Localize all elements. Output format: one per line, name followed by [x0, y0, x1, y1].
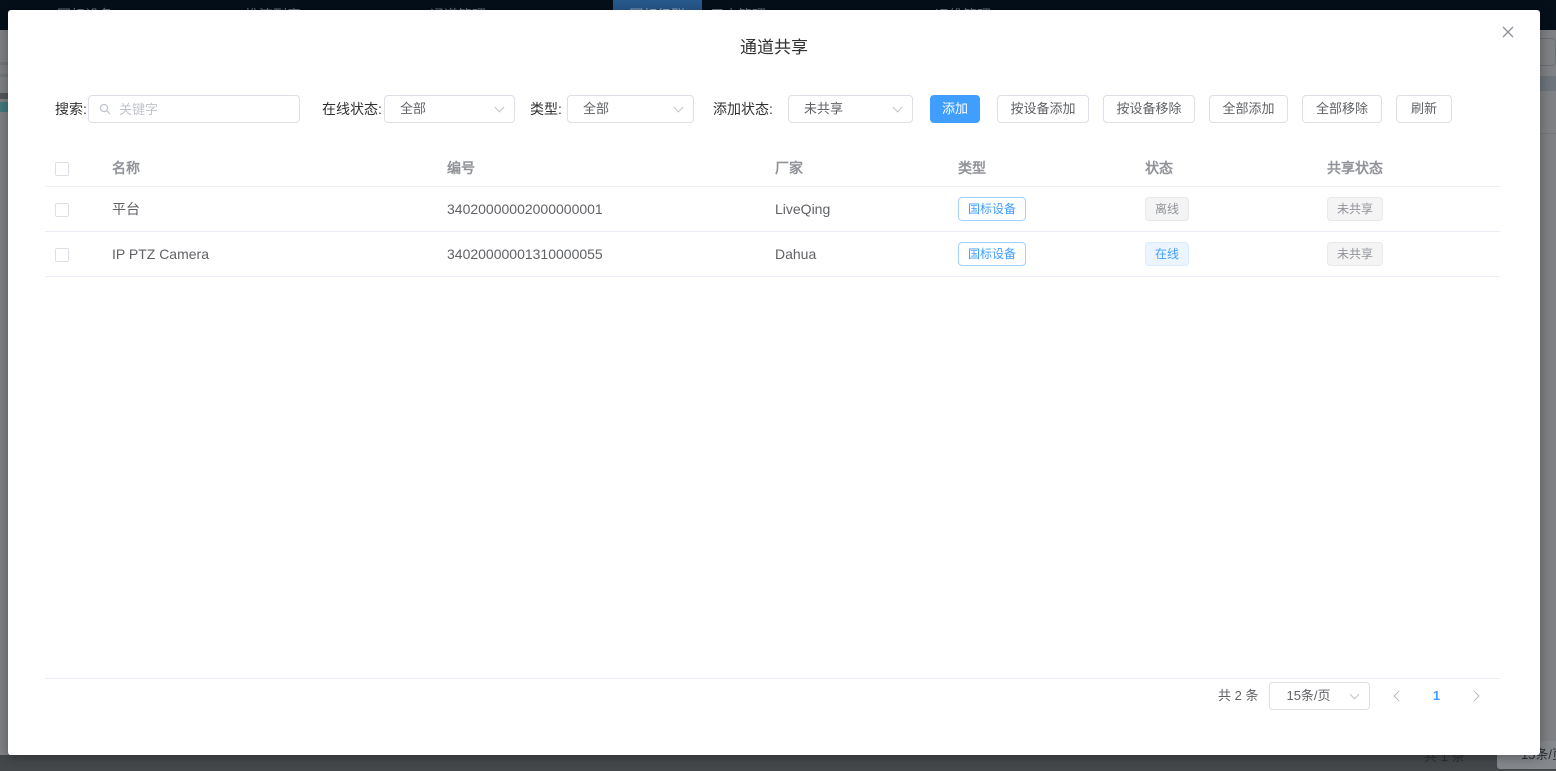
- pagination-divider: [45, 678, 1500, 679]
- col-header-code: 编号: [447, 158, 775, 178]
- channel-table: 名称 编号 厂家 类型 状态 共享状态 平台 34020000002000000…: [45, 150, 1500, 277]
- total-count: 共 2 条: [1218, 682, 1258, 710]
- backdrop-fragment: [0, 62, 8, 65]
- cell-name: IP PTZ Camera: [112, 246, 447, 262]
- refresh-button[interactable]: 刷新: [1396, 95, 1452, 123]
- channel-share-dialog: 通道共享 搜索: 在线状态: 全部 类型: 全部 添加状态: 未共享 添加 按设…: [8, 10, 1540, 755]
- backdrop-fragment: [0, 74, 8, 77]
- col-header-type: 类型: [958, 158, 1145, 178]
- table-header-row: 名称 编号 厂家 类型 状态 共享状态: [45, 150, 1500, 187]
- type-badge[interactable]: 国标设备: [958, 242, 1026, 266]
- online-status-label: 在线状态:: [322, 95, 382, 123]
- status-badge-online: 在线: [1145, 242, 1189, 266]
- col-header-name: 名称: [112, 158, 447, 178]
- cell-code: 34020000002000000001: [447, 201, 775, 217]
- backdrop-right-strip: [1540, 30, 1556, 755]
- online-status-select[interactable]: 全部: [384, 95, 515, 123]
- current-page[interactable]: 1: [1424, 682, 1448, 710]
- page-size-value: 15条/页: [1286, 688, 1330, 703]
- chevron-right-icon: [1469, 690, 1480, 701]
- chevron-down-icon: [1350, 690, 1360, 700]
- select-all-checkbox[interactable]: [55, 162, 69, 176]
- prev-page-button[interactable]: [1387, 682, 1411, 710]
- page-size-select[interactable]: 15条/页: [1269, 682, 1370, 710]
- table-row: IP PTZ Camera 34020000001310000055 Dahua…: [45, 232, 1500, 277]
- col-header-vendor: 厂家: [775, 158, 958, 178]
- search-icon: [98, 102, 112, 116]
- chevron-down-icon: [674, 103, 684, 113]
- type-value: 全部: [583, 101, 609, 116]
- type-badge[interactable]: 国标设备: [958, 197, 1026, 221]
- close-icon[interactable]: [1499, 23, 1517, 41]
- add-status-select[interactable]: 未共享: [788, 95, 913, 123]
- table-row: 平台 34020000002000000001 LiveQing 国标设备 离线…: [45, 187, 1500, 232]
- add-button[interactable]: 添加: [930, 95, 980, 123]
- add-status-label: 添加状态:: [713, 95, 773, 123]
- cell-name: 平台: [112, 199, 447, 219]
- cell-vendor: Dahua: [775, 246, 958, 262]
- search-input[interactable]: [88, 95, 300, 123]
- add-status-value: 未共享: [804, 101, 843, 116]
- backdrop-table-header-sliver: [1540, 76, 1556, 91]
- next-page-button[interactable]: [1462, 682, 1486, 710]
- chevron-down-icon: [893, 103, 903, 113]
- status-badge-offline: 离线: [1145, 197, 1189, 221]
- backdrop-fragment: [0, 102, 8, 112]
- add-by-device-button[interactable]: 按设备添加: [997, 95, 1089, 123]
- pagination: 共 2 条 15条/页 1: [1218, 682, 1486, 710]
- online-status-value: 全部: [400, 101, 426, 116]
- remove-all-button[interactable]: 全部移除: [1302, 95, 1382, 123]
- col-header-status: 状态: [1145, 158, 1327, 178]
- chevron-down-icon: [495, 103, 505, 113]
- cell-vendor: LiveQing: [775, 201, 958, 217]
- search-field: [88, 95, 300, 123]
- remove-by-device-button[interactable]: 按设备移除: [1103, 95, 1195, 123]
- chevron-left-icon: [1394, 690, 1405, 701]
- row-checkbox[interactable]: [55, 203, 69, 217]
- share-status-badge: 未共享: [1327, 242, 1383, 266]
- backdrop-fragment: [0, 93, 8, 99]
- cell-code: 34020000001310000055: [447, 246, 775, 262]
- backdrop-row-line: [1540, 133, 1556, 134]
- add-all-button[interactable]: 全部添加: [1209, 95, 1288, 123]
- share-status-badge: 未共享: [1327, 197, 1383, 221]
- backdrop-left-strip: [0, 30, 8, 755]
- backdrop-bottom-strip: [0, 755, 1556, 771]
- type-select[interactable]: 全部: [567, 95, 694, 123]
- search-label: 搜索:: [55, 95, 87, 123]
- dialog-title: 通道共享: [8, 33, 1540, 58]
- row-checkbox[interactable]: [55, 248, 69, 262]
- col-header-share: 共享状态: [1327, 158, 1500, 178]
- type-label: 类型:: [530, 95, 562, 123]
